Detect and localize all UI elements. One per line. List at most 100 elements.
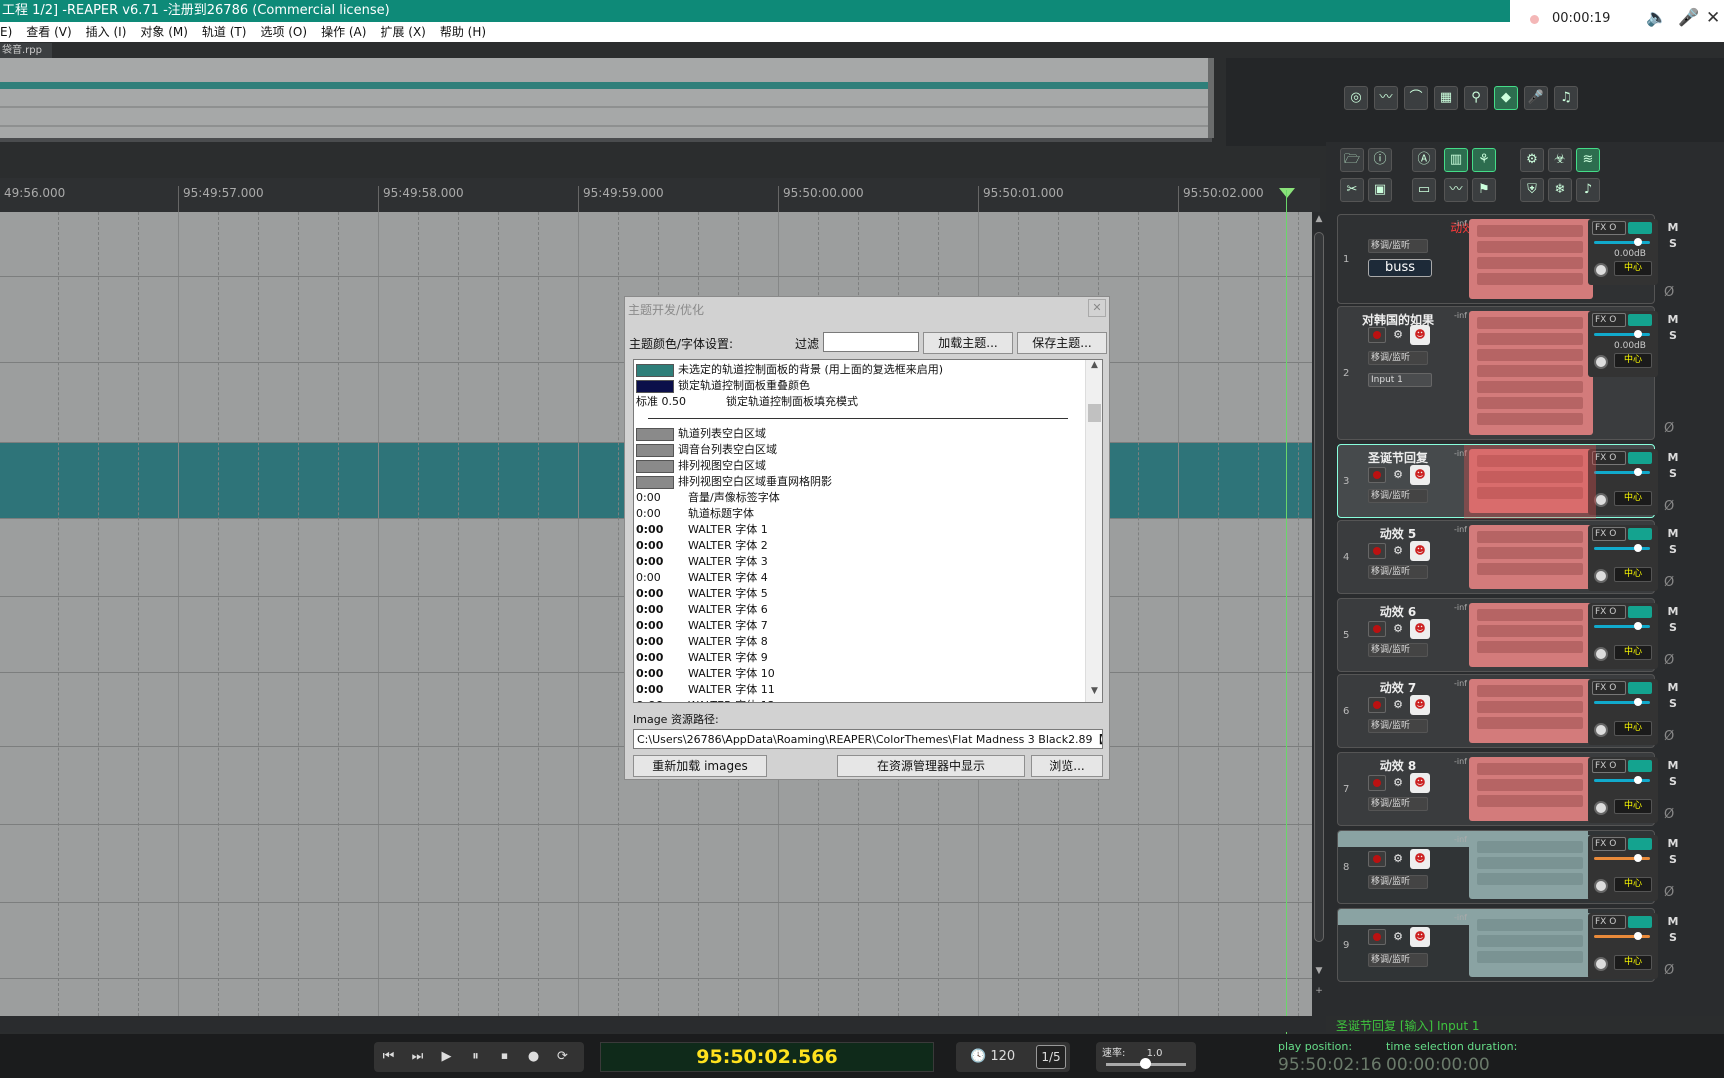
font-sample[interactable]: 0:00 [636, 570, 688, 586]
scrollbar-thumb[interactable] [1088, 404, 1101, 422]
mute-button[interactable]: M [1664, 681, 1682, 694]
pan-knob[interactable] [1594, 723, 1608, 737]
monitor-routing-button[interactable]: 移调/监听 [1368, 953, 1428, 967]
fx-slot[interactable] [1477, 225, 1583, 237]
font-sample[interactable]: 0:00 [636, 650, 688, 666]
fx-slot[interactable] [1477, 273, 1583, 285]
theme-item-row[interactable]: 0:00 WALTER 字体 1 [636, 522, 768, 538]
font-sample[interactable]: 0:00 [636, 586, 688, 602]
fx-slot[interactable] [1477, 795, 1583, 807]
fx-slot[interactable] [1477, 935, 1583, 947]
scrollbar-thumb[interactable] [1314, 232, 1324, 942]
microphone-icon[interactable]: 🎤 [1524, 86, 1548, 110]
fx-button[interactable]: FX O [1592, 527, 1626, 541]
monitor-routing-button[interactable]: 移调/监听 [1368, 565, 1428, 579]
pan-knob[interactable] [1594, 801, 1608, 815]
theme-item-row[interactable]: 排列视图空白区域 [636, 458, 766, 474]
pan-value[interactable]: 中心 [1614, 261, 1652, 276]
pan-value[interactable]: 中心 [1614, 799, 1652, 814]
gear-icon[interactable]: ⚙ [1390, 775, 1406, 791]
close-icon[interactable]: ✕ [1088, 299, 1106, 317]
speaker-icon[interactable]: 🔈 [1646, 8, 1667, 28]
volume-knob[interactable] [1634, 854, 1642, 862]
theme-item-row[interactable]: 0:00 WALTER 字体 8 [636, 634, 768, 650]
pan-knob[interactable] [1594, 957, 1608, 971]
snowflake-icon[interactable]: ❄ [1548, 178, 1572, 202]
theme-item-row[interactable]: 0:00WALTER 字体 12 [636, 698, 775, 702]
theme-item-row[interactable]: 0:00 WALTER 字体 6 [636, 602, 768, 618]
scissors-icon[interactable]: ✂ [1340, 178, 1364, 202]
track-name[interactable]: 圣诞节回复 [1348, 449, 1448, 466]
fx-slot[interactable] [1477, 397, 1583, 409]
mute-button[interactable]: M [1664, 527, 1682, 540]
color-swatch[interactable] [636, 379, 674, 393]
dice-icon[interactable]: ▣ [1368, 178, 1392, 202]
menu-item[interactable]: 选项 (O) [260, 25, 307, 39]
fx-slot[interactable] [1477, 317, 1583, 329]
fx-slot[interactable] [1477, 641, 1583, 653]
solo-button[interactable]: S [1664, 467, 1682, 480]
scroll-down-icon[interactable]: ▼ [1086, 686, 1102, 702]
theme-item-row[interactable]: 0:00 WALTER 字体 9 [636, 650, 768, 666]
track-name[interactable]: 动效 5 [1348, 525, 1448, 542]
phase-invert-icon[interactable]: Ø [1664, 807, 1674, 822]
fx-button[interactable]: FX O [1592, 915, 1626, 929]
font-sample[interactable]: 0:00 [636, 506, 688, 522]
phase-invert-icon[interactable]: Ø [1664, 285, 1674, 300]
font-sample[interactable]: 0:00 [636, 618, 688, 634]
forward-icon[interactable]: ⏭ [403, 1042, 432, 1072]
guitar-icon[interactable]: ♪ [1576, 178, 1600, 202]
microphone-icon[interactable]: 🎤 [1678, 8, 1699, 28]
record-arm-button[interactable] [1368, 697, 1386, 713]
save-project-icon[interactable]: 🗁 [1340, 148, 1364, 172]
theme-item-row[interactable]: 0:00 WALTER 字体 10 [636, 666, 775, 682]
save-theme-button[interactable]: 保存主题... [1017, 332, 1107, 354]
edit-cursor-marker[interactable] [1279, 188, 1295, 198]
color-swatch[interactable] [636, 459, 674, 473]
fx-button[interactable]: FX O [1592, 313, 1626, 327]
fx-slot[interactable] [1477, 701, 1583, 713]
solo-button[interactable]: S [1664, 697, 1682, 710]
track-icon[interactable]: ☻ [1410, 695, 1430, 715]
show-in-explorer-button[interactable]: 在资源管理器中显示 [837, 755, 1025, 777]
track-name[interactable]: 动效 7 [1348, 679, 1448, 696]
solo-button[interactable]: S [1664, 237, 1682, 250]
phase-invert-icon[interactable]: Ø [1664, 499, 1674, 514]
fx-slot[interactable] [1477, 857, 1583, 869]
gear-toggle-icon[interactable]: ⚙ [1520, 148, 1544, 172]
fx-slot[interactable] [1477, 625, 1583, 637]
repeat-icon[interactable]: ⟳ [548, 1042, 577, 1072]
font-sample[interactable]: 0:00 [636, 682, 688, 698]
pan-value[interactable]: 中心 [1614, 877, 1652, 892]
volume-knob[interactable] [1634, 932, 1642, 940]
font-sample[interactable]: 0:00 [636, 538, 688, 554]
gear-icon[interactable]: ⚙ [1390, 467, 1406, 483]
record-arm-button[interactable] [1368, 543, 1386, 559]
track-icon[interactable]: ☻ [1410, 849, 1430, 869]
pan-value[interactable]: 中心 [1614, 721, 1652, 736]
monitor-routing-button[interactable]: 移调/监听 [1368, 239, 1428, 253]
scroll-down-icon[interactable]: ▼ [1312, 964, 1326, 978]
stop-icon[interactable]: ⏹ [490, 1042, 519, 1072]
track-9[interactable]: 9 ⚙ ☻ 移调/监听 -inf FX O 中心 M S Ø [1337, 908, 1678, 982]
rewind-icon[interactable]: ⏮ [374, 1042, 403, 1072]
theme-item-row[interactable]: 0:00 WALTER 字体 5 [636, 586, 768, 602]
timeline-ruler[interactable]: 49:56.000 95:49:57.000 95:49:58.000 95:49:5… [0, 178, 1320, 212]
fx-slot[interactable] [1477, 349, 1583, 361]
track-name[interactable]: 动效 8 [1348, 757, 1448, 774]
solo-button[interactable]: S [1664, 931, 1682, 944]
theme-item-row[interactable]: 0:00 轨道标题字体 [636, 506, 754, 522]
theme-item-row[interactable]: 0:00 WALTER 字体 2 [636, 538, 768, 554]
phase-invert-icon[interactable]: Ø [1664, 575, 1674, 590]
font-sample[interactable]: 0:00 [636, 698, 688, 702]
fx-button[interactable]: FX O [1592, 681, 1626, 695]
gear-icon[interactable]: ⚙ [1390, 327, 1406, 343]
gear-icon[interactable]: ⚙ [1390, 621, 1406, 637]
fx-slot[interactable] [1477, 919, 1583, 931]
track-icon[interactable]: ☻ [1410, 619, 1430, 639]
monitor-routing-button[interactable]: 移调/监听 [1368, 719, 1428, 733]
font-sample[interactable]: 0:00 [636, 602, 688, 618]
chord-icon[interactable]: ♫ [1554, 86, 1578, 110]
font-sample[interactable]: 0:00 [636, 634, 688, 650]
waveform-icon[interactable]: 〰 [1374, 86, 1398, 110]
